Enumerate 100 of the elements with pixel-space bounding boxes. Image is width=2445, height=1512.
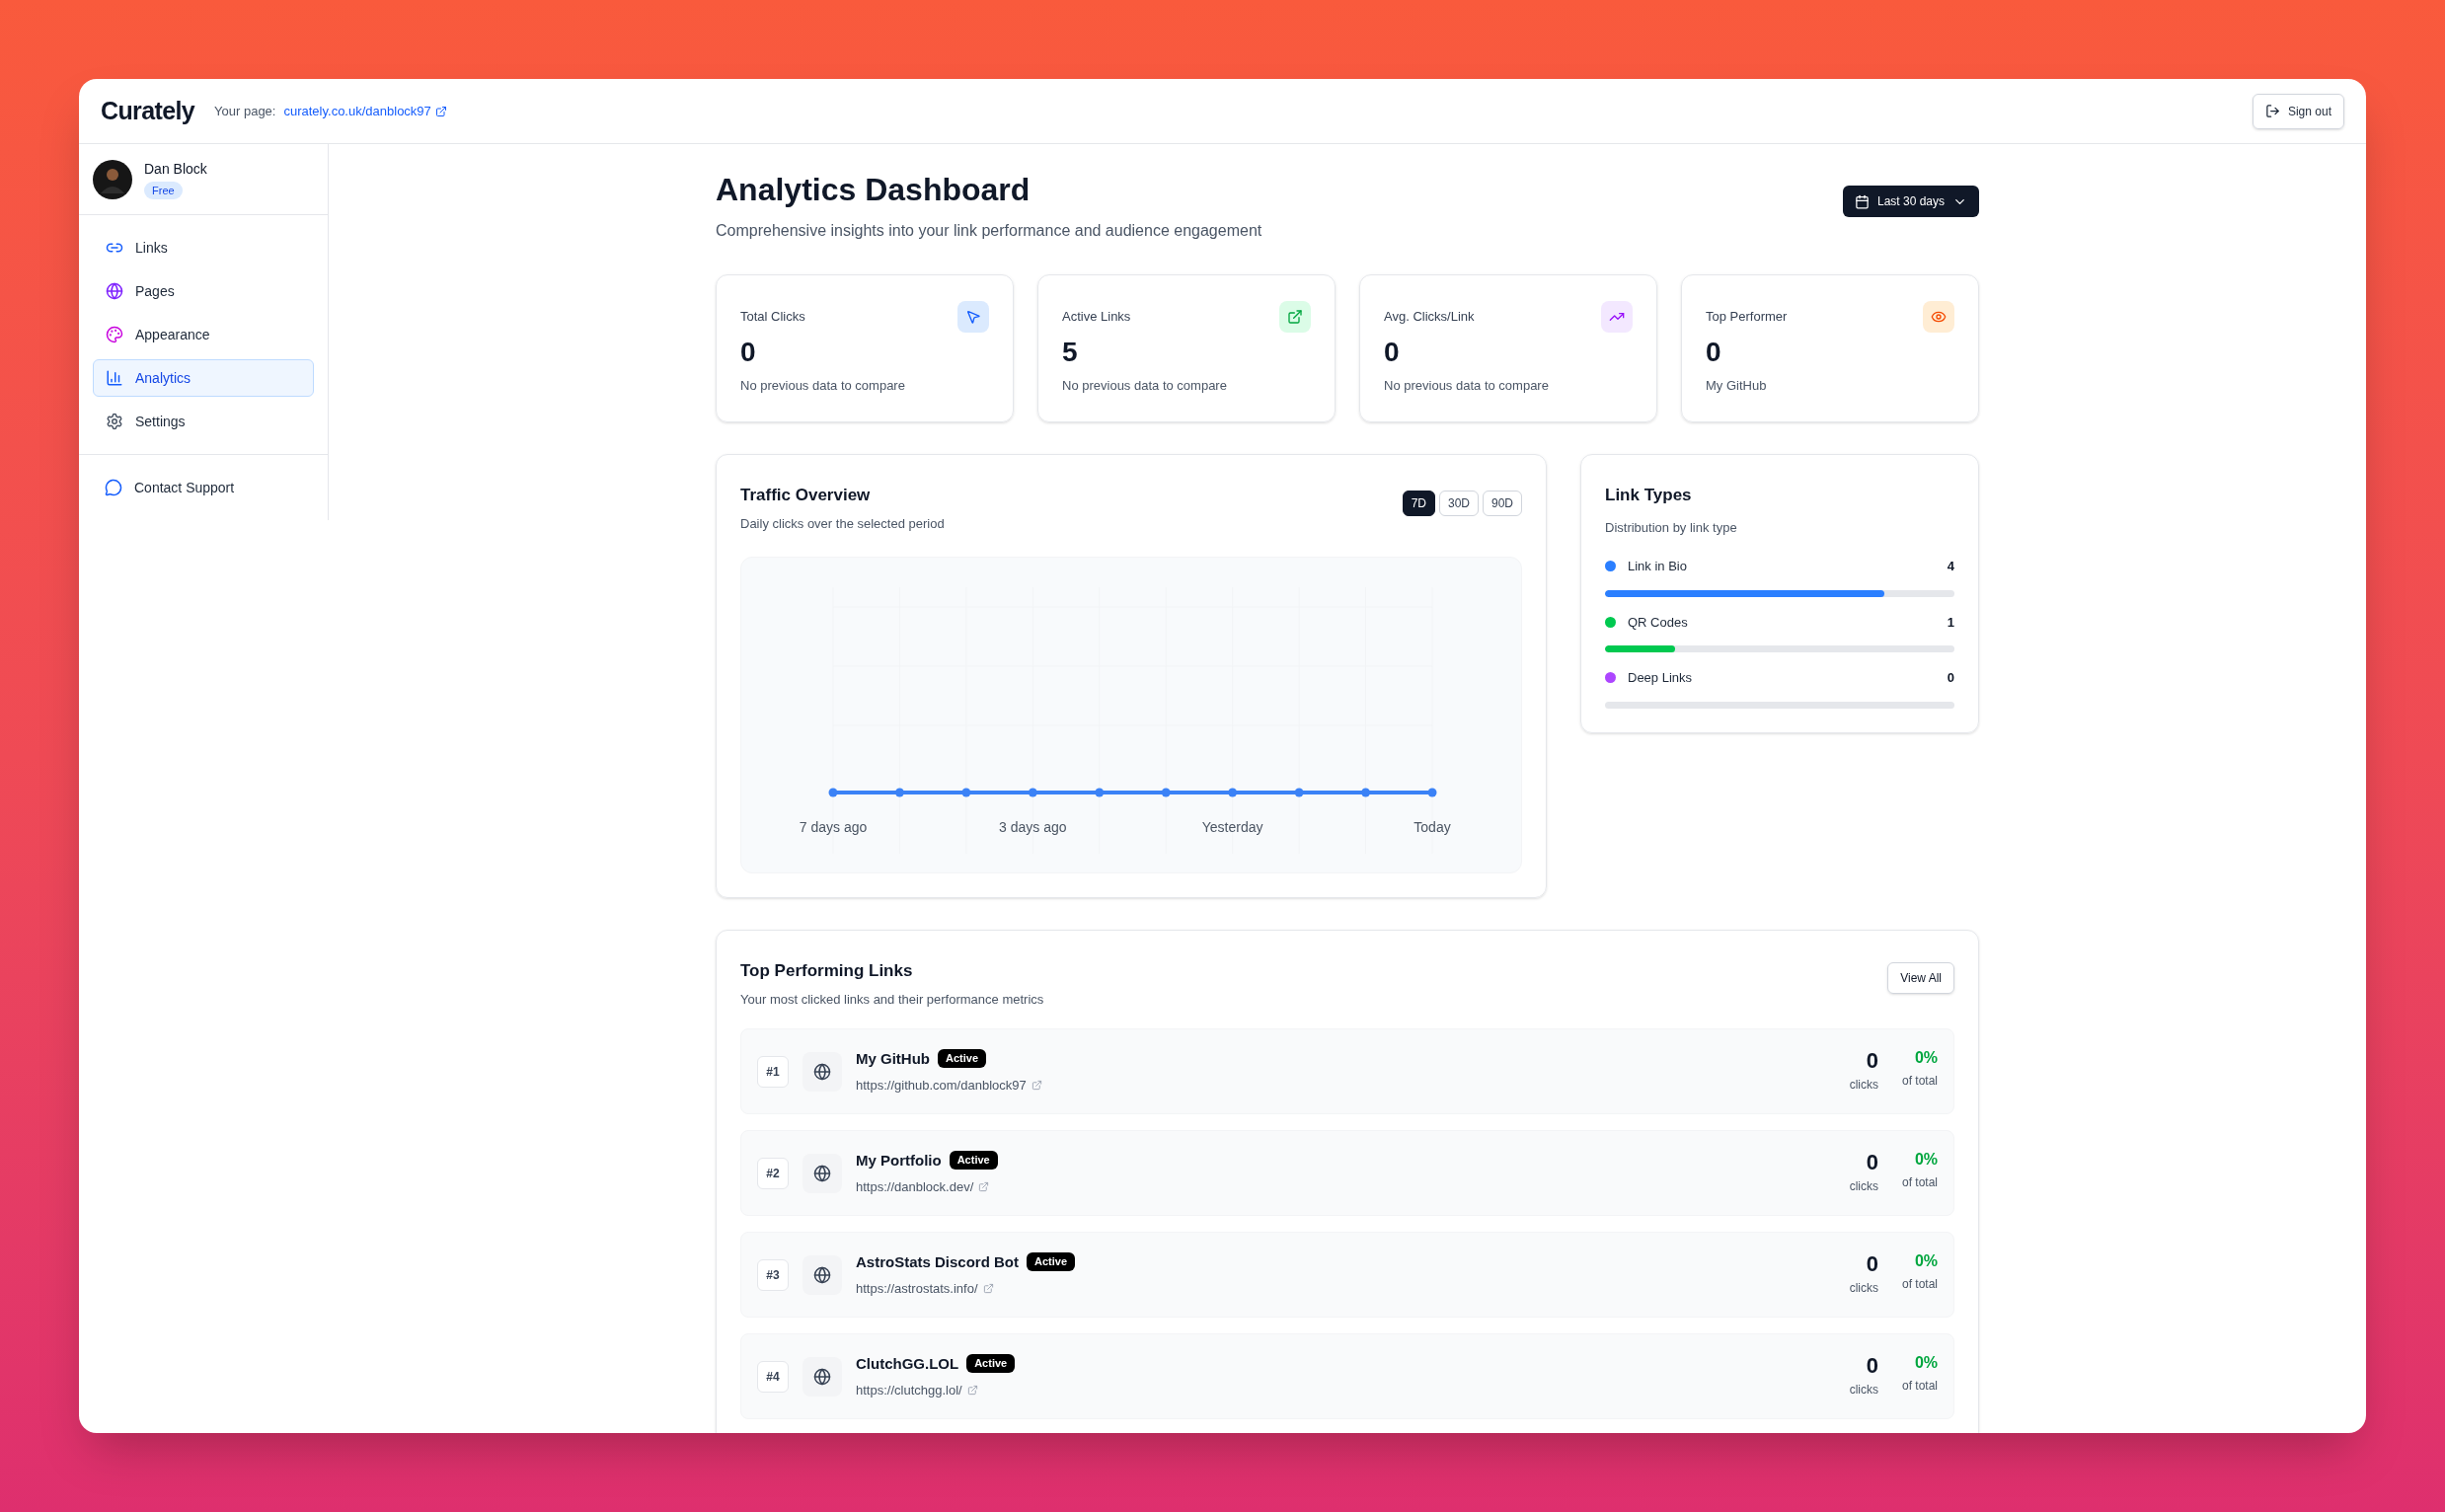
rank-badge: #2 [757,1157,789,1189]
rank-badge: #4 [757,1360,789,1393]
axis-label: 3 days ago [999,819,1067,835]
palette-icon [106,326,123,343]
status-badge: Active [938,1049,987,1069]
chat-bubble-icon [105,479,122,496]
click-share: 0% [1914,1151,1938,1168]
click-share: 0% [1914,1252,1938,1269]
clicks-label: clicks [1849,1177,1878,1195]
page-link[interactable]: curately.co.uk/danblock97 [283,101,447,121]
link-name: ClutchGG.LOL [856,1353,959,1374]
link-row[interactable]: #3 AstroStats Discord Bot Active https://astrostats.info/ 0 clicks 0% of total [740,1232,1954,1318]
share-label: of total [1901,1377,1938,1395]
stat-label: Avg. Clicks/Link [1384,308,1475,327]
date-range-dropdown[interactable]: Last 30 days [1842,186,1979,217]
status-badge: Active [949,1151,998,1171]
card-title: Link Types [1605,485,1693,506]
page-title: Analytics Dashboard [716,171,1031,209]
user-name: Dan Block [144,160,207,179]
axis-label: 7 days ago [799,819,868,835]
range-tab[interactable]: 30D [1438,491,1479,516]
sidebar-item[interactable]: Appearance [93,316,314,353]
link-url[interactable]: https://clutchgg.lol/ [856,1381,1016,1400]
stat-value: 0 [1706,339,1722,366]
card-title: Top Performing Links [740,960,914,982]
link-url[interactable]: https://github.com/danblock97 [856,1076,1042,1096]
clicks-label: clicks [1849,1279,1878,1297]
range-tab[interactable]: 7D [1402,491,1435,516]
settings-icon [106,413,123,430]
link-name: My GitHub [856,1048,930,1069]
rank-badge: #3 [757,1258,789,1291]
rank-badge: #1 [757,1055,789,1088]
external-link-icon [434,105,447,117]
stat-note: No previous data to compare [740,377,906,395]
share-label: of total [1901,1072,1938,1090]
globe-icon [802,1254,842,1295]
globe-icon [802,1051,842,1092]
sidebar-item[interactable]: Analytics [93,359,314,397]
card-subtitle: Your most clicked links and their performance metrics [740,990,1044,1009]
stat-note: No previous data to compare [1384,377,1550,395]
link-name: My Portfolio [856,1150,942,1171]
sidebar-item[interactable]: Settings [93,403,314,440]
eye-icon [1923,301,1954,333]
clicks-label: clicks [1849,1076,1878,1094]
stat-label: Active Links [1062,308,1131,327]
link-row[interactable]: #2 My Portfolio Active https://danblock.dev/ 0 clicks 0% of total [740,1130,1954,1216]
type-name: Deep Links [1628,669,1693,687]
card-subtitle: Distribution by link type [1605,518,1738,537]
axis-label: Yesterday [1201,819,1263,835]
stat-note: No previous data to compare [1062,377,1228,395]
sign-out-button[interactable]: Sign out [2252,93,2344,129]
stat-label: Total Clicks [740,308,805,327]
link-row[interactable]: #4 ClutchGG.LOL Active https://clutchgg.lol/ 0 clicks 0% of total [740,1333,1954,1419]
click-count: 0 [1866,1049,1878,1072]
globe-icon [802,1356,842,1397]
type-name: QR Codes [1628,613,1688,632]
clicks-label: clicks [1849,1381,1878,1399]
axis-label: Today [1414,819,1451,835]
stat-value: 0 [1384,339,1401,366]
card-title: Traffic Overview [740,485,872,506]
link-url[interactable]: https://danblock.dev/ [856,1177,998,1197]
status-badge: Active [1027,1252,1076,1272]
card-subtitle: Daily clicks over the selected period [740,514,945,533]
type-count: 4 [1947,558,1954,575]
type-count: 0 [1947,669,1954,687]
cursor-icon [957,301,989,333]
stat-note: My GitHub [1706,377,1768,395]
click-count: 0 [1866,1252,1878,1275]
plan-badge: Free [144,182,183,199]
link-name: AstroStats Discord Bot [856,1251,1020,1272]
calendar-icon [1854,193,1870,209]
external-link-icon [982,1283,994,1295]
stat-value: 5 [1062,339,1079,366]
range-tab[interactable]: 90D [1483,491,1522,516]
click-share: 0% [1914,1049,1938,1066]
view-all-button[interactable]: View All [1887,962,1954,994]
page-subtitle: Comprehensive insights into your link performance and audience engagement [716,221,1262,241]
contact-support-link[interactable]: Contact Support [93,469,314,506]
sidebar-item[interactable]: Pages [93,272,314,310]
app-logo[interactable]: Curately [101,92,195,130]
page-label: Your page: [214,102,276,120]
trend-up-icon [1601,301,1633,333]
type-name: Link in Bio [1628,558,1687,575]
bar-chart-icon [106,369,123,387]
external-link-icon [1279,301,1311,333]
stat-label: Top Performer [1706,308,1788,327]
share-label: of total [1901,1275,1938,1293]
external-link-icon [1031,1080,1042,1092]
link-url[interactable]: https://astrostats.info/ [856,1279,1076,1299]
link-row[interactable]: #1 My GitHub Active https://github.com/danblock97 0 clicks 0% of total [740,1028,1954,1114]
click-share: 0% [1914,1354,1938,1371]
stat-value: 0 [740,339,757,366]
status-badge: Active [966,1354,1016,1374]
external-link-icon [966,1385,978,1397]
click-count: 0 [1866,1354,1878,1377]
globe-icon [802,1153,842,1193]
click-count: 0 [1866,1151,1878,1173]
type-count: 1 [1947,613,1954,632]
external-link-icon [978,1181,990,1193]
sidebar-item[interactable]: Links [93,229,314,266]
